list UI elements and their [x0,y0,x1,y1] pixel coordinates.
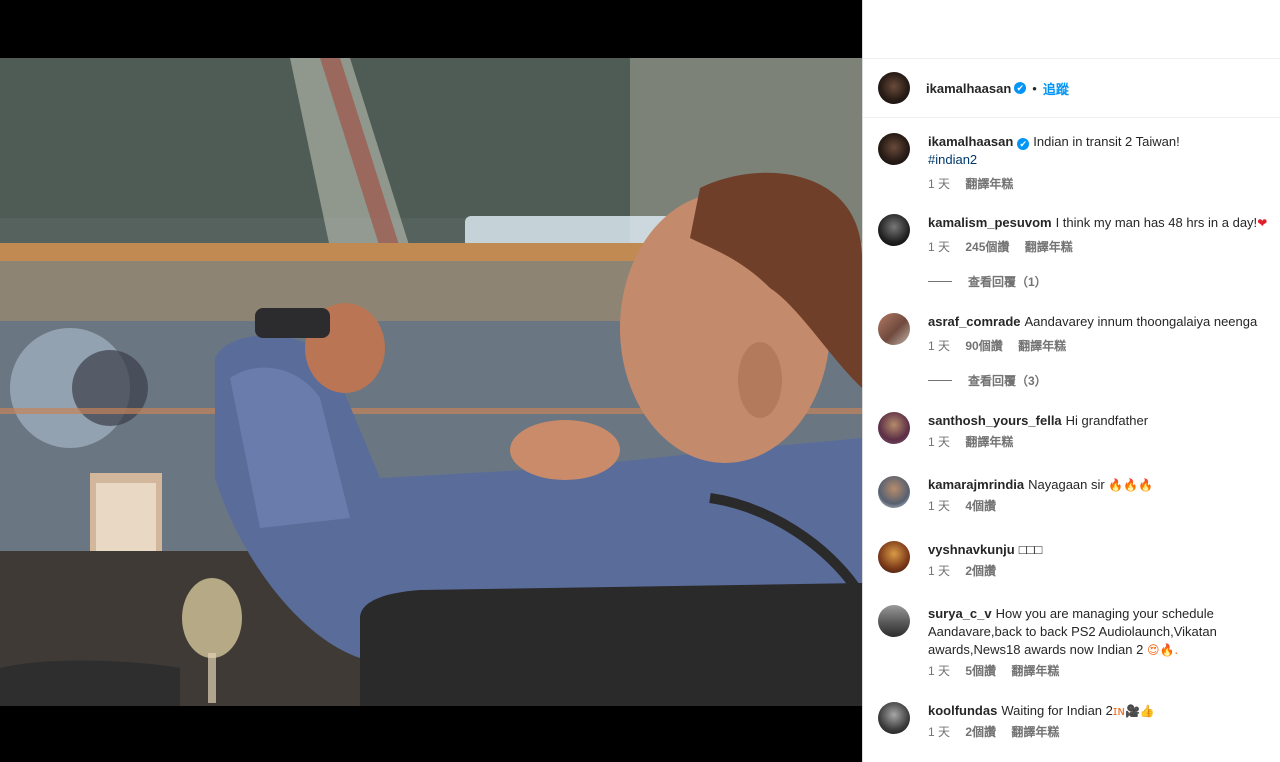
comment-text: Aandavarey innum thoongalaiya neenga [1024,314,1258,329]
replies-divider [928,380,952,381]
comment-likes[interactable]: 245個讚 [965,240,1009,254]
comment-username[interactable]: vyshnavkunju [928,542,1015,557]
comment-username[interactable]: kamarajmrindia [928,477,1024,492]
post-sidebar: ikamalhaasan ✔ • 追蹤 ikamalhaasan ✔ Indian … [862,0,1280,762]
comment-body: surya_c_v How you are managing your sched… [928,605,1280,678]
replies-divider [928,281,952,282]
comment-body: santhosh_yours_fella Hi grandfather 1 天 翻… [928,412,1280,449]
media-pane [0,0,862,762]
verified-badge-icon: ✔ [1014,82,1027,94]
commenter-avatar[interactable] [878,702,910,734]
comment-username[interactable]: kamalism_pesuvom [928,215,1052,230]
comment-likes[interactable]: 90個讚 [965,339,1002,353]
comment-meta: 1 天 翻譯年糕 [928,435,1280,449]
comment-text: □□□ [1018,542,1043,557]
comment-item: kamalism_pesuvom I think my man has 48 hr… [878,214,1280,254]
post-photo[interactable] [0,58,862,706]
view-replies-button[interactable]: 查看回覆（3） [928,372,1280,389]
comment-time[interactable]: 1 天 [928,435,950,449]
comment-meta: 1 天 2個讚 翻譯年糕 [928,725,1280,739]
comment-meta: 1 天 2個讚 [928,564,1280,578]
comment-likes[interactable]: 2個讚 [965,564,996,578]
comment-body: vyshnavkunju □□□ 1 天 2個讚 [928,541,1280,578]
verified-badge-icon: ✔ [1017,138,1030,150]
comment-item: vyshnavkunju □□□ 1 天 2個讚 [878,541,1280,578]
comment-time[interactable]: 1 天 [928,664,950,678]
comment-translate-button[interactable]: 翻譯年糕 [1011,725,1059,739]
comment-translate-button[interactable]: 翻譯年糕 [965,435,1013,449]
comment-likes[interactable]: 2個讚 [965,725,996,739]
commenter-avatar[interactable] [878,605,910,637]
comment-text: I think my man has 48 hrs in a day! [1055,215,1258,230]
comment-username[interactable]: surya_c_v [928,606,992,621]
post-header: ikamalhaasan ✔ • 追蹤 [863,58,1280,118]
post-photo-illustration [0,58,862,706]
caption: ikamalhaasan ✔ Indian in transit 2 Taiwan!… [878,133,1280,191]
comment-likes[interactable]: 4個讚 [965,499,996,513]
comment-translate-button[interactable]: 翻譯年糕 [1018,339,1066,353]
comment-username[interactable]: koolfundas [928,703,997,718]
comment-username[interactable]: santhosh_yours_fella [928,413,1062,428]
caption-text: Indian in transit 2 Taiwan! [1033,134,1180,149]
view-replies-button[interactable]: 查看回覆（1） [928,273,1280,290]
commenter-avatar[interactable] [878,476,910,508]
camera-thumbs-up-emoji: ɪɴ🎥👍 [1112,704,1155,718]
comment-time[interactable]: 1 天 [928,240,950,254]
comment-body: kamarajmrindia Nayagaan sir 🔥🔥🔥 1 天 4個讚 [928,476,1280,513]
comment-item: kamarajmrindia Nayagaan sir 🔥🔥🔥 1 天 4個讚 [878,476,1280,513]
owner-username[interactable]: ikamalhaasan [926,81,1011,96]
comment-body: kamalism_pesuvom I think my man has 48 hr… [928,214,1280,254]
comment-meta: 1 天 4個讚 [928,499,1280,513]
heart-eyes-fire-emoji: 😍🔥. [1146,643,1179,657]
comment-time[interactable]: 1 天 [928,725,950,739]
caption-body: ikamalhaasan ✔ Indian in transit 2 Taiwan!… [928,133,1280,191]
header-separator: • [1032,80,1037,96]
comment-translate-button[interactable]: 翻譯年糕 [1025,240,1073,254]
comment-item: santhosh_yours_fella Hi grandfather 1 天 翻… [878,412,1280,449]
comment-text: Nayagaan sir [1028,477,1105,492]
comment-text: Hi grandfather [1065,413,1149,428]
comment-time[interactable]: 1 天 [928,499,950,513]
caption-username[interactable]: ikamalhaasan [928,134,1013,149]
comment-meta: 1 天 5個讚 翻譯年糕 [928,664,1280,678]
red-heart-emoji: ❤ [1257,216,1268,230]
comments-list: ikamalhaasan ✔ Indian in transit 2 Taiwan!… [863,133,1280,739]
caption-meta: 1 天 翻譯年糕 [928,177,1280,191]
caption-avatar[interactable] [878,133,910,165]
comment-item: asraf_comrade Aandavarey innum thoongalai… [878,313,1280,353]
caption-translate-button[interactable]: 翻譯年糕 [965,177,1013,191]
caption-time[interactable]: 1 天 [928,177,950,191]
comment-text: Waiting for Indian 2 [1001,703,1113,718]
comment-item: koolfundas Waiting for Indian 2ɪɴ🎥👍 1 天 2… [878,702,1280,739]
comment-item: surya_c_v How you are managing your sched… [878,605,1280,678]
comment-likes[interactable]: 5個讚 [965,664,996,678]
comment-meta: 1 天 90個讚 翻譯年糕 [928,339,1280,353]
comment-translate-button[interactable]: 翻譯年糕 [1011,664,1059,678]
comment-body: koolfundas Waiting for Indian 2ɪɴ🎥👍 1 天 2… [928,702,1280,739]
commenter-avatar[interactable] [878,541,910,573]
comment-meta: 1 天 245個讚 翻譯年糕 [928,240,1280,254]
comment-time[interactable]: 1 天 [928,564,950,578]
view-replies-label: 查看回覆（3） [968,374,1047,388]
sidebar-top-spacer [863,0,1280,58]
fire-emoji: 🔥🔥🔥 [1108,478,1154,492]
owner-avatar[interactable] [878,72,910,104]
caption-hashtag[interactable]: #indian2 [928,151,1280,169]
commenter-avatar[interactable] [878,214,910,246]
follow-button[interactable]: 追蹤 [1043,79,1069,98]
comment-time[interactable]: 1 天 [928,339,950,353]
commenter-avatar[interactable] [878,313,910,345]
view-replies-label: 查看回覆（1） [968,275,1047,289]
comment-username[interactable]: asraf_comrade [928,314,1021,329]
comment-body: asraf_comrade Aandavarey innum thoongalai… [928,313,1280,353]
commenter-avatar[interactable] [878,412,910,444]
